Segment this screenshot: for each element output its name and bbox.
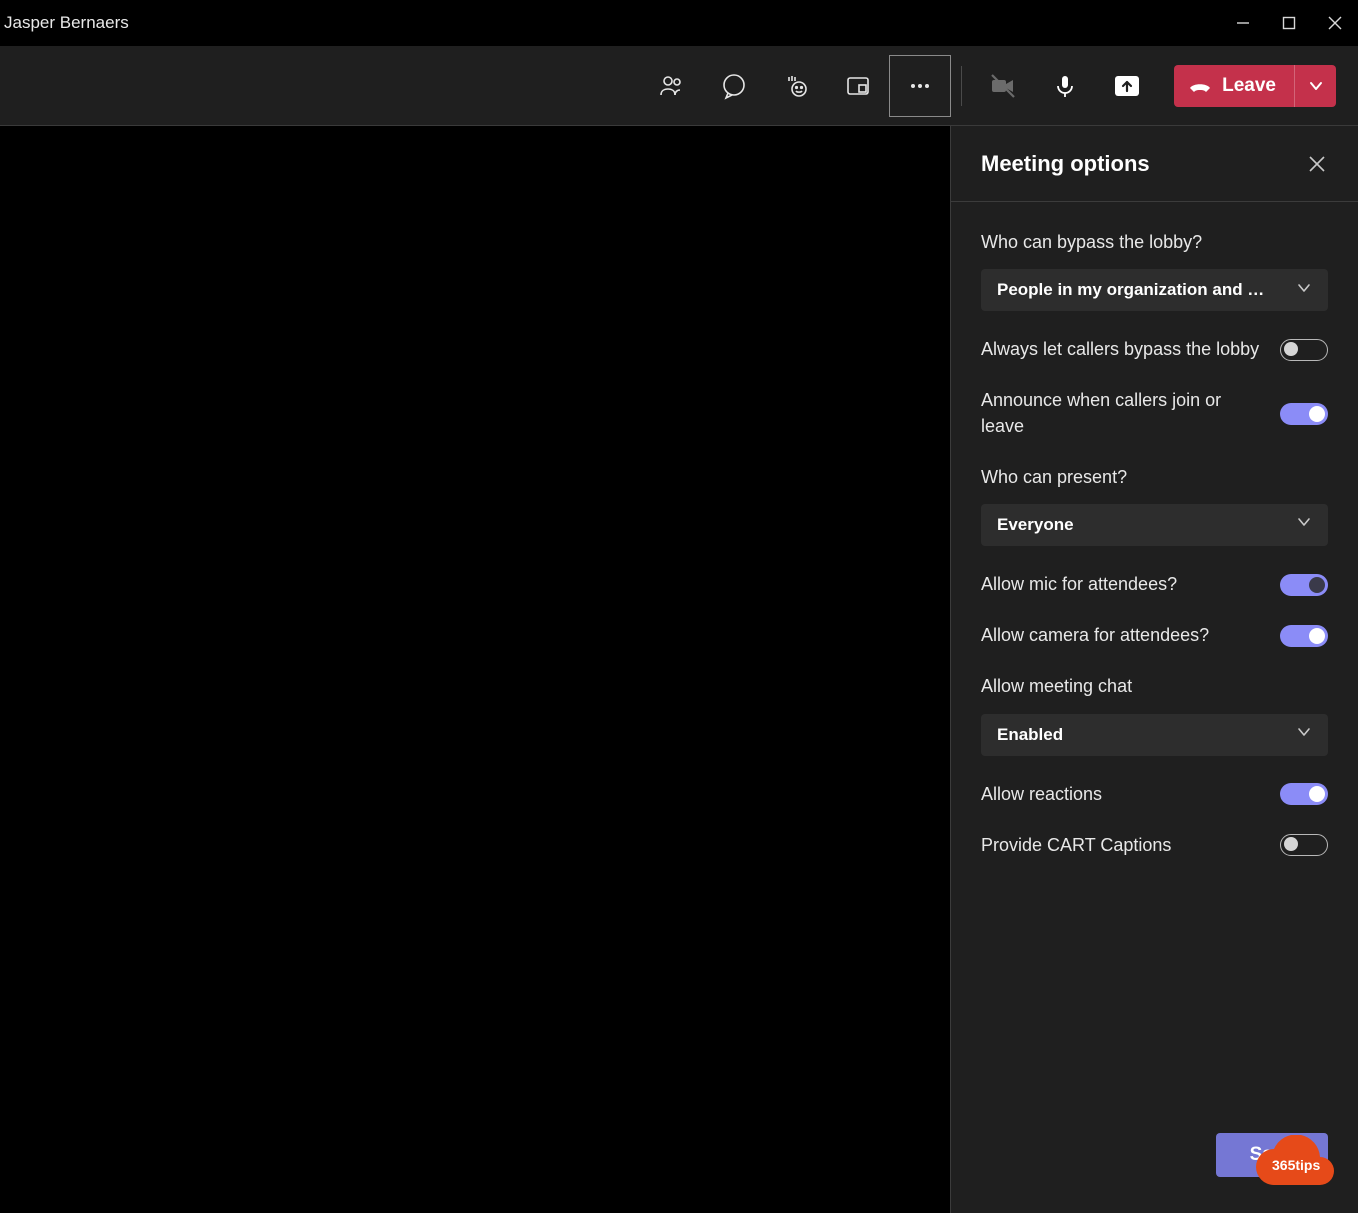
video-stage [0, 126, 950, 1213]
callers-bypass-row: Always let callers bypass the lobby [981, 337, 1328, 362]
chevron-down-icon [1296, 724, 1312, 745]
callers-bypass-toggle[interactable] [1280, 339, 1328, 361]
allow-mic-toggle[interactable] [1280, 574, 1328, 596]
bypass-lobby-value: People in my organization and … [997, 280, 1264, 300]
panel-title: Meeting options [981, 151, 1150, 177]
window-close-button[interactable] [1312, 0, 1358, 46]
meeting-chat-select[interactable]: Enabled [981, 714, 1328, 756]
leave-button-group: Leave [1174, 65, 1336, 107]
app-window: { "titlebar": { "title": "Jasper Bernaer… [0, 0, 1358, 1213]
meeting-body: Meeting options Who can bypass the lobby… [0, 126, 1358, 1213]
hangup-icon [1188, 78, 1212, 94]
allow-camera-toggle[interactable] [1280, 625, 1328, 647]
announce-row: Announce when callers join or leave [981, 388, 1328, 438]
meeting-options-panel: Meeting options Who can bypass the lobby… [950, 126, 1358, 1213]
save-button[interactable]: Save [1216, 1133, 1328, 1177]
people-button[interactable] [641, 55, 703, 117]
panel-footer: Save [951, 1113, 1358, 1213]
mic-toggle-button[interactable] [1034, 55, 1096, 117]
window-maximize-button[interactable] [1266, 0, 1312, 46]
allow-reactions-row: Allow reactions [981, 782, 1328, 807]
chevron-down-icon [1296, 514, 1312, 535]
allow-mic-row: Allow mic for attendees? [981, 572, 1328, 597]
panel-header: Meeting options [951, 126, 1358, 202]
bypass-lobby-label: Who can bypass the lobby? [981, 230, 1328, 255]
callers-bypass-label: Always let callers bypass the lobby [981, 337, 1262, 362]
allow-mic-label: Allow mic for attendees? [981, 572, 1262, 597]
present-select[interactable]: Everyone [981, 504, 1328, 546]
present-label: Who can present? [981, 465, 1328, 490]
more-actions-button[interactable] [889, 55, 951, 117]
announce-label: Announce when callers join or leave [981, 388, 1262, 438]
react-button[interactable] [765, 55, 827, 117]
toolbar-separator [961, 66, 962, 106]
present-value: Everyone [997, 515, 1074, 535]
leave-label: Leave [1222, 75, 1276, 97]
window-titlebar: Jasper Bernaers [0, 0, 1358, 46]
cart-captions-row: Provide CART Captions [981, 833, 1328, 858]
allow-camera-row: Allow camera for attendees? [981, 623, 1328, 648]
cart-captions-toggle[interactable] [1280, 834, 1328, 856]
share-screen-button[interactable] [1096, 55, 1158, 117]
allow-camera-label: Allow camera for attendees? [981, 623, 1262, 648]
chat-button[interactable] [703, 55, 765, 117]
announce-toggle[interactable] [1280, 403, 1328, 425]
leave-button[interactable]: Leave [1174, 65, 1294, 107]
panel-body: Who can bypass the lobby? People in my o… [951, 202, 1358, 904]
camera-toggle-button[interactable] [972, 55, 1034, 117]
leave-options-button[interactable] [1294, 65, 1336, 107]
meeting-chat-label: Allow meeting chat [981, 674, 1328, 699]
rooms-button[interactable] [827, 55, 889, 117]
window-title: Jasper Bernaers [4, 13, 129, 33]
meeting-toolbar: Leave [0, 46, 1358, 126]
allow-reactions-label: Allow reactions [981, 782, 1262, 807]
chevron-down-icon [1296, 280, 1312, 301]
window-controls [1220, 0, 1358, 46]
cart-captions-label: Provide CART Captions [981, 833, 1262, 858]
panel-close-button[interactable] [1304, 151, 1330, 177]
window-minimize-button[interactable] [1220, 0, 1266, 46]
meeting-chat-value: Enabled [997, 725, 1063, 745]
allow-reactions-toggle[interactable] [1280, 783, 1328, 805]
bypass-lobby-select[interactable]: People in my organization and … [981, 269, 1328, 311]
